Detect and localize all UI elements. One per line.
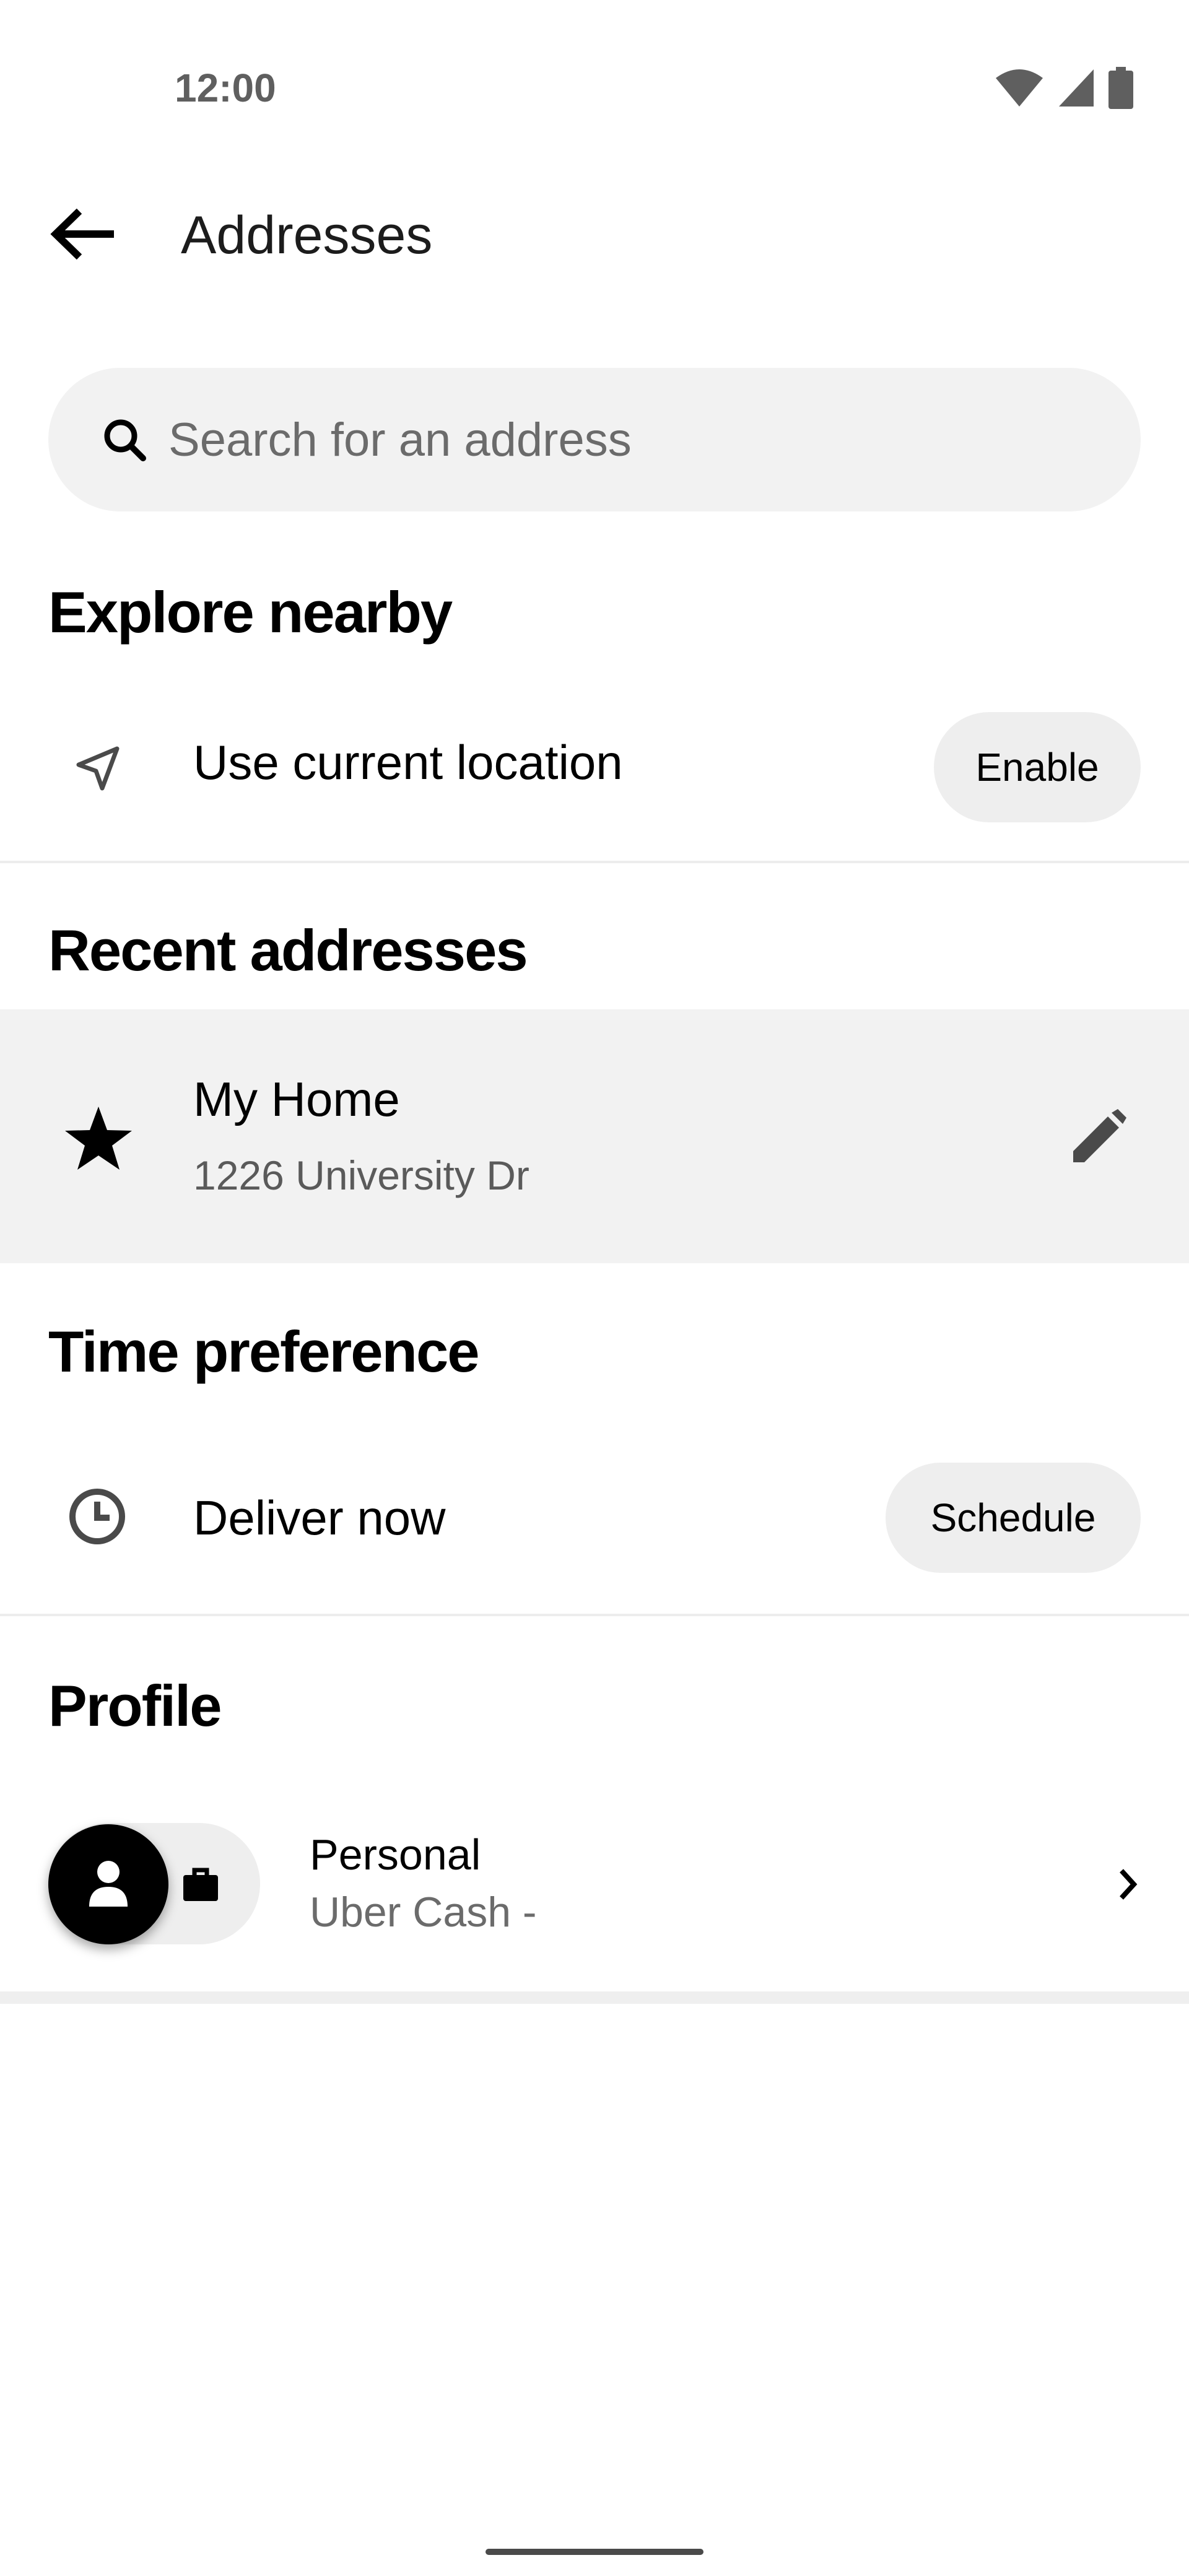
pencil-icon[interactable]: [1064, 1103, 1132, 1172]
time-preference-heading: Time preference: [48, 1319, 480, 1384]
home-indicator[interactable]: [486, 2549, 703, 2555]
divider: [0, 1614, 1189, 1616]
profile-name[interactable]: Personal: [310, 1829, 481, 1880]
status-icons: [995, 67, 1133, 112]
explore-nearby-heading: Explore nearby: [48, 580, 453, 645]
briefcase-icon: [182, 1868, 219, 1902]
profile-subtitle: Uber Cash -: [310, 1889, 537, 1936]
chevron-right-icon[interactable]: [1100, 1856, 1156, 1912]
signal-icon: [1058, 68, 1095, 111]
recent-addresses-heading: Recent addresses: [48, 918, 528, 983]
arrow-left-icon: [50, 206, 118, 265]
wifi-icon: [995, 68, 1044, 111]
schedule-button[interactable]: Schedule: [886, 1463, 1141, 1573]
use-current-location-label[interactable]: Use current location: [193, 734, 623, 790]
clock-icon: [62, 1481, 133, 1552]
status-time: 12:00: [175, 66, 276, 110]
page-title: Addresses: [181, 206, 433, 265]
address-name: My Home: [193, 1072, 400, 1126]
enable-location-button[interactable]: Enable: [934, 712, 1141, 822]
back-button[interactable]: [43, 198, 124, 272]
star-icon: [59, 1100, 137, 1178]
search-icon: [97, 412, 152, 468]
deliver-now-label: Deliver now: [193, 1490, 446, 1545]
navigation-arrow-icon: [64, 734, 133, 803]
section-divider: [0, 1991, 1189, 2004]
divider: [0, 861, 1189, 863]
search-bar[interactable]: [48, 368, 1141, 511]
recent-address-item[interactable]: [0, 1009, 1189, 1263]
avatar[interactable]: [48, 1824, 168, 1944]
address-line: 1226 University Dr: [193, 1152, 529, 1198]
profile-heading: Profile: [48, 1673, 222, 1738]
search-input[interactable]: [167, 412, 1037, 468]
person-icon: [87, 1858, 130, 1911]
battery-icon: [1108, 67, 1133, 112]
